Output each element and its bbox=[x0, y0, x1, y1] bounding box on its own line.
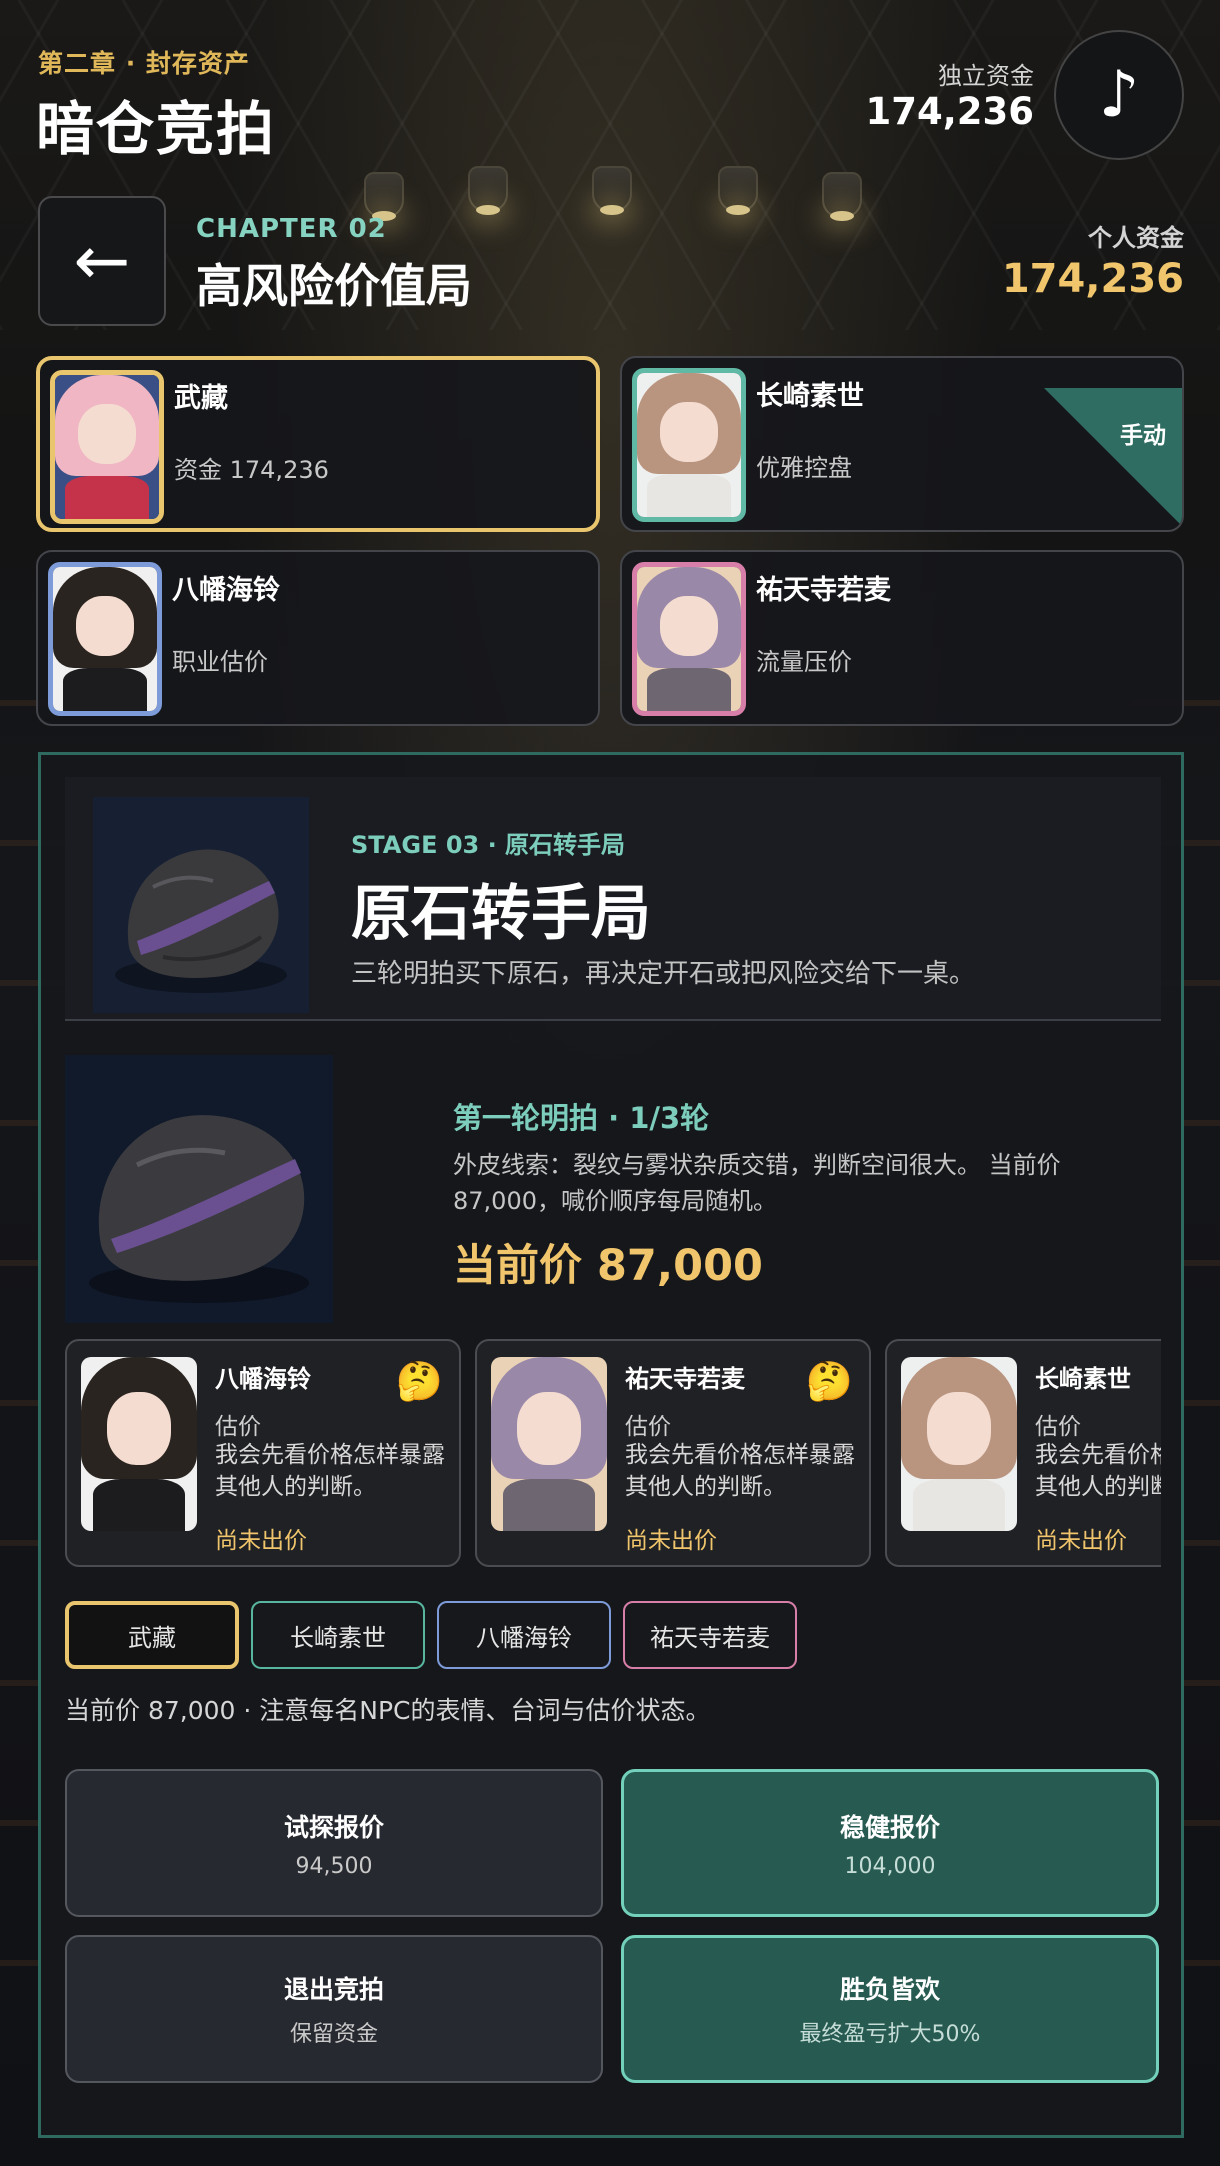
probe-bid-button[interactable]: 试探报价 94,500 bbox=[65, 1769, 603, 1917]
thinking-face-icon: 🤔 bbox=[395, 1359, 443, 1403]
player-card-soyo[interactable]: 长崎素世 优雅控盘 手动 bbox=[620, 356, 1184, 532]
manual-mode-badge: 手动 bbox=[1120, 423, 1166, 449]
avatar bbox=[81, 1357, 197, 1531]
status-hint: 当前价 87,000 · 注意每名NPC的表情、台词与估价状态。 bbox=[65, 1696, 711, 1725]
stage-title: 原石转手局 bbox=[351, 879, 651, 949]
npc-state: 估价 bbox=[625, 1414, 671, 1440]
tab-soyo[interactable]: 长崎素世 bbox=[251, 1601, 425, 1669]
npc-name: 长崎素世 bbox=[1035, 1365, 1131, 1393]
stage-light-icon bbox=[822, 172, 862, 221]
chapter-subtitle: 第二章 · 封存资产 bbox=[38, 49, 250, 78]
avatar bbox=[50, 370, 164, 524]
stage-light-icon bbox=[718, 166, 758, 215]
npc-state: 估价 bbox=[215, 1414, 261, 1440]
npc-bid-status: 尚未出价 bbox=[1035, 1528, 1127, 1554]
thinking-face-icon: 🤔 bbox=[805, 1359, 853, 1403]
player-card-musashi[interactable]: 武藏 资金 174,236 bbox=[36, 356, 600, 532]
avatar bbox=[48, 562, 162, 716]
npc-card: 祐天寺若麦 🤔 估价 我会先看价格怎样暴露其他人的判断。 尚未出价 bbox=[475, 1339, 871, 1567]
stage-light-icon bbox=[592, 166, 632, 215]
npc-card: 八幡海铃 🤔 估价 我会先看价格怎样暴露其他人的判断。 尚未出价 bbox=[65, 1339, 461, 1567]
manual-mode-flag bbox=[1044, 388, 1182, 528]
music-note-icon: ♪ bbox=[1098, 58, 1140, 132]
auction-panel: STAGE 03 · 原石转手局 原石转手局 三轮明拍买下原石，再决定开石或把风… bbox=[38, 752, 1184, 2138]
action-label: 退出竞拍 bbox=[283, 1975, 384, 2004]
action-value: 最终盈亏扩大50% bbox=[799, 2022, 981, 2047]
round-clue: 外皮线索：裂纹与雾状杂质交错，判断空间很大。 当前价 87,000，喊价顺序每局… bbox=[453, 1151, 1061, 1215]
npc-dialogue: 我会先看价格怎样暴露其他人的判断。 bbox=[1035, 1442, 1161, 1500]
avatar bbox=[632, 562, 746, 716]
chapter-code: CHAPTER 02 bbox=[196, 214, 387, 244]
round-title: 第一轮明拍 · 1/3轮 bbox=[453, 1101, 710, 1135]
npc-bid-status: 尚未出价 bbox=[625, 1528, 717, 1554]
stage-description: 三轮明拍买下原石，再决定开石或把风险交给下一桌。 bbox=[351, 959, 976, 989]
avatar bbox=[632, 368, 746, 522]
round-stone-image bbox=[65, 1055, 333, 1323]
avatar bbox=[491, 1357, 607, 1531]
independent-funds-label: 独立资金 bbox=[938, 62, 1034, 90]
npc-state: 估价 bbox=[1035, 1414, 1081, 1440]
steady-bid-button[interactable]: 稳健报价 104,000 bbox=[621, 1769, 1159, 1917]
player-card-umiri[interactable]: 八幡海铃 职业估价 bbox=[36, 550, 600, 726]
stage-light-icon bbox=[364, 172, 404, 221]
action-label: 稳健报价 bbox=[839, 1812, 940, 1842]
tab-umiri[interactable]: 八幡海铃 bbox=[437, 1601, 611, 1669]
page-title: 暗仓竞拍 bbox=[36, 95, 277, 163]
player-desc: 优雅控盘 bbox=[756, 454, 852, 482]
stage-light-icon bbox=[468, 166, 508, 215]
music-toggle-button[interactable]: ♪ bbox=[1054, 30, 1184, 160]
npc-dialogue: 我会先看价格怎样暴露其他人的判断。 bbox=[625, 1442, 855, 1500]
back-button[interactable]: ← bbox=[38, 196, 166, 326]
player-desc: 资金 174,236 bbox=[174, 456, 329, 484]
all-in-button[interactable]: 胜负皆欢 最终盈亏扩大50% bbox=[621, 1935, 1159, 2083]
action-value: 104,000 bbox=[844, 1853, 936, 1879]
player-card-nyamu[interactable]: 祐天寺若麦 流量压价 bbox=[620, 550, 1184, 726]
player-name: 长崎素世 bbox=[756, 381, 864, 412]
player-name: 武藏 bbox=[174, 383, 228, 414]
stage-code: STAGE 03 · 原石转手局 bbox=[351, 831, 626, 859]
tab-nyamu[interactable]: 祐天寺若麦 bbox=[623, 1601, 797, 1669]
action-value: 保留资金 bbox=[289, 2022, 378, 2047]
avatar bbox=[901, 1357, 1017, 1531]
current-price: 当前价 87,000 bbox=[453, 1241, 763, 1291]
npc-card: 长崎素世 估价 我会先看价格怎样暴露其他人的判断。 尚未出价 bbox=[885, 1339, 1161, 1567]
npc-name: 八幡海铃 bbox=[215, 1365, 311, 1393]
independent-funds-value: 174,236 bbox=[865, 90, 1034, 133]
player-name: 八幡海铃 bbox=[172, 575, 280, 606]
action-label: 试探报价 bbox=[283, 1812, 384, 1842]
exit-auction-button[interactable]: 退出竞拍 保留资金 bbox=[65, 1935, 603, 2083]
npc-name: 祐天寺若麦 bbox=[625, 1365, 745, 1393]
stage-header: STAGE 03 · 原石转手局 原石转手局 三轮明拍买下原石，再决定开石或把风… bbox=[65, 777, 1161, 1021]
npc-card-list[interactable]: 八幡海铃 🤔 估价 我会先看价格怎样暴露其他人的判断。 尚未出价 祐天寺若麦 🤔… bbox=[65, 1339, 1161, 1569]
action-value: 94,500 bbox=[295, 1853, 373, 1879]
npc-bid-status: 尚未出价 bbox=[215, 1528, 307, 1554]
player-name: 祐天寺若麦 bbox=[756, 575, 891, 606]
player-desc: 职业估价 bbox=[172, 648, 268, 676]
chapter-name: 高风险价值局 bbox=[196, 259, 472, 313]
action-label: 胜负皆欢 bbox=[839, 1975, 940, 2004]
player-desc: 流量压价 bbox=[756, 648, 852, 676]
personal-funds-value: 174,236 bbox=[1001, 256, 1184, 302]
personal-funds-label: 个人资金 bbox=[1088, 224, 1184, 252]
npc-dialogue: 我会先看价格怎样暴露其他人的判断。 bbox=[215, 1442, 445, 1500]
raw-stone-image bbox=[93, 797, 309, 1013]
arrow-left-icon: ← bbox=[73, 221, 131, 301]
tab-musashi[interactable]: 武藏 bbox=[65, 1601, 239, 1669]
